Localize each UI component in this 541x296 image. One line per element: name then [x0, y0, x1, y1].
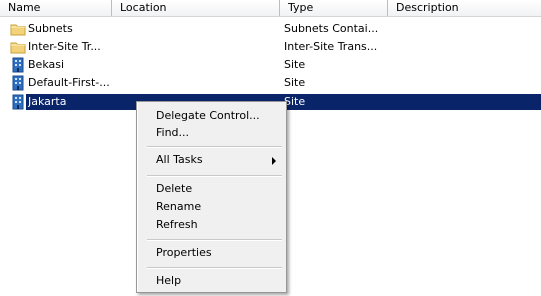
- menu-item-properties[interactable]: Properties: [139, 244, 284, 262]
- list-item-type: Subnets Contai...: [284, 22, 379, 35]
- list-item-type: Site: [284, 58, 306, 71]
- column-location-header[interactable]: Location: [112, 0, 280, 16]
- column-description-header[interactable]: Description: [388, 0, 541, 16]
- list-item-type: Inter-Site Trans...: [284, 40, 378, 53]
- list-item-name: Jakarta: [28, 95, 67, 108]
- menu-separator: [147, 239, 282, 241]
- column-type-header[interactable]: Type: [280, 0, 388, 16]
- menu-separator: [147, 175, 282, 177]
- list-item-name: Subnets: [28, 22, 73, 35]
- list-item-type: Site: [284, 95, 306, 108]
- menu-item-rename[interactable]: Rename: [139, 198, 284, 216]
- menu-item-help[interactable]: Help: [139, 272, 284, 290]
- list-item-name: Inter-Site Tr...: [28, 40, 101, 53]
- menu-separator: [147, 267, 282, 269]
- site-icon: [10, 75, 26, 91]
- menu-item-label: All Tasks: [156, 153, 203, 166]
- submenu-arrow-icon: [272, 157, 276, 165]
- context-menu: Delegate Control... Find... All Tasks De…: [136, 101, 287, 293]
- folder-icon: [10, 21, 26, 37]
- list-item-type: Site: [284, 76, 306, 89]
- list-item-name: Default-First-...: [28, 76, 110, 89]
- menu-item-refresh[interactable]: Refresh: [139, 216, 284, 234]
- list-item-subnets[interactable]: Subnets Subnets Contai...: [0, 21, 541, 37]
- menu-item-delegate-control[interactable]: Delegate Control...: [139, 107, 284, 125]
- folder-icon: [10, 39, 26, 55]
- list-item-name: Bekasi: [28, 58, 65, 71]
- site-icon: [10, 94, 26, 110]
- list-item-bekasi[interactable]: Bekasi Site: [0, 57, 541, 73]
- menu-item-all-tasks[interactable]: All Tasks: [139, 151, 284, 169]
- menu-item-delete[interactable]: Delete: [139, 180, 284, 198]
- column-name-header[interactable]: Name: [0, 0, 112, 16]
- list-item-default-first-site[interactable]: Default-First-... Site: [0, 75, 541, 91]
- site-icon: [10, 57, 26, 73]
- menu-separator: [147, 146, 282, 148]
- column-header: Name Location Type Description: [0, 0, 541, 17]
- menu-item-find[interactable]: Find...: [139, 124, 284, 142]
- list-item-inter-site-transports[interactable]: Inter-Site Tr... Inter-Site Trans...: [0, 39, 541, 55]
